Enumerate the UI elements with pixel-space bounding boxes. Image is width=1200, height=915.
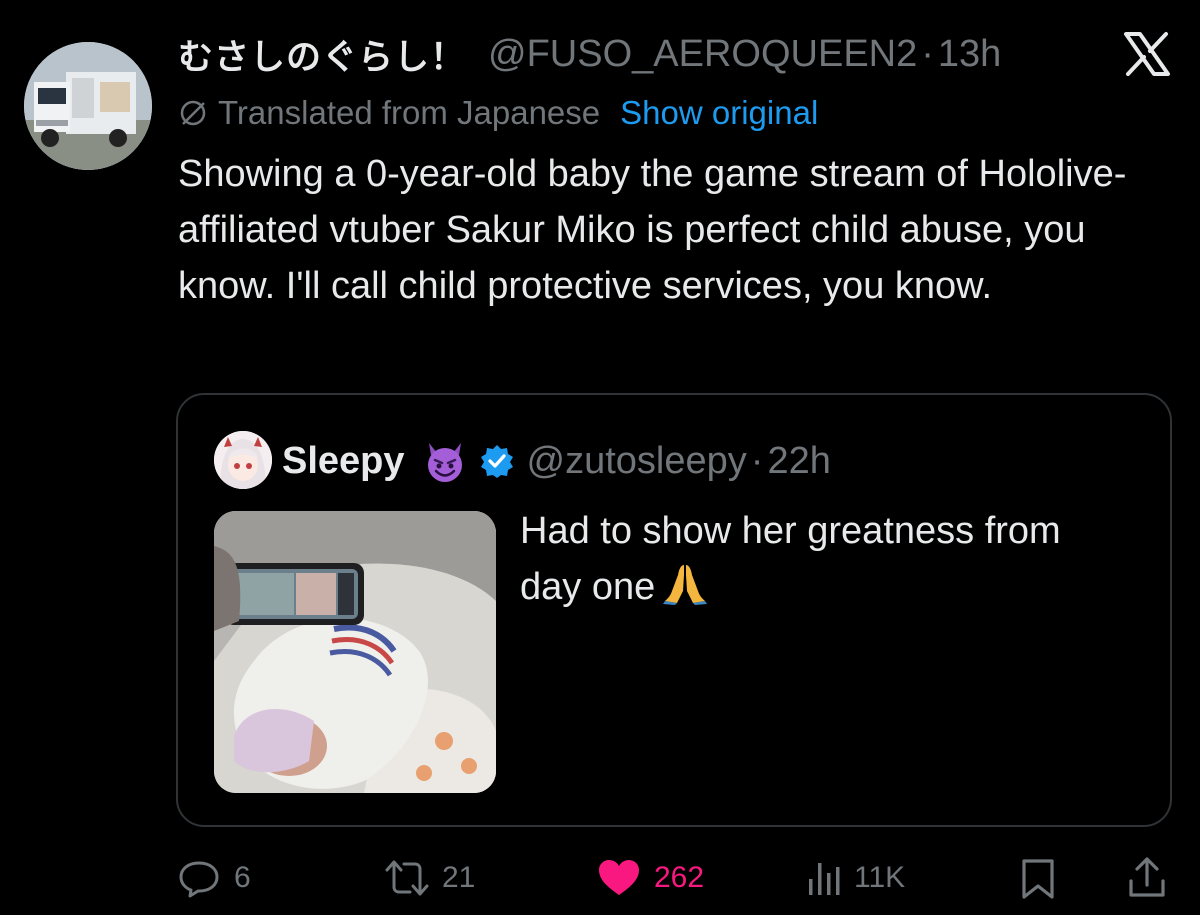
repost-button[interactable]: 21	[384, 848, 475, 908]
header-separator: ·	[921, 32, 934, 75]
quoted-header-separator: ·	[750, 439, 764, 482]
author-handle[interactable]: @FUSO_AEROQUEEN2	[488, 33, 917, 76]
quoted-tweet-text-content: Had to show her greatness from day one	[520, 510, 1061, 608]
post-time[interactable]: 13h	[938, 33, 1001, 76]
action-bar: 6 21 262 11K	[176, 848, 1176, 908]
translation-notice: Translated from Japanese Show original	[178, 90, 818, 136]
quoted-tweet-header: Sleepy @zutosleepy · 22h	[282, 433, 831, 489]
like-button[interactable]: 262	[596, 848, 704, 908]
quoted-display-name[interactable]: Sleepy	[282, 440, 405, 483]
translated-label: Translated from Japanese	[218, 94, 601, 131]
like-count: 262	[654, 861, 705, 894]
repost-icon	[385, 860, 429, 896]
quoted-tweet-text: Had to show her greatness from day one	[520, 503, 1120, 615]
tweet[interactable]: むさしのぐらし！ @FUSO_AEROQUEEN2 · 13h Translat…	[0, 0, 1200, 915]
heart-icon	[599, 860, 639, 895]
tweet-text: Showing a 0-year-old baby the game strea…	[178, 153, 1127, 307]
quoted-author-avatar[interactable]	[214, 431, 272, 489]
smiling-devil-emoji-icon	[427, 443, 462, 482]
translate-icon	[180, 100, 206, 126]
folded-hands-emoji-icon	[663, 565, 708, 605]
tweet-header: むさしのぐらし！ @FUSO_AEROQUEEN2 · 13h	[178, 28, 1158, 80]
view-count: 11K	[854, 861, 906, 894]
quoted-time[interactable]: 22h	[767, 440, 830, 483]
share-button[interactable]	[1126, 848, 1168, 908]
views-button[interactable]: 11K	[806, 848, 905, 908]
anime-girl-avatar-icon	[214, 431, 272, 489]
bookmark-button[interactable]	[1018, 848, 1058, 908]
author-display-name[interactable]: むさしのぐらし！	[178, 29, 466, 80]
newborn-baby-photo	[214, 511, 496, 793]
views-icon	[809, 863, 840, 895]
reply-count: 6	[234, 861, 251, 894]
bookmark-icon	[1022, 859, 1054, 899]
reply-button[interactable]: 6	[176, 848, 251, 908]
quoted-handle[interactable]: @zutosleepy	[527, 440, 747, 483]
share-icon	[1129, 857, 1165, 897]
verified-badge-icon	[480, 445, 513, 478]
quoted-media-image[interactable]	[214, 511, 496, 793]
author-avatar[interactable]	[24, 42, 152, 170]
show-original-link[interactable]: Show original	[620, 94, 818, 132]
quoted-tweet[interactable]: Sleepy @zutosleepy · 22h Had to show her…	[176, 393, 1172, 827]
x-logo-icon[interactable]	[1122, 30, 1172, 78]
repost-count: 21	[442, 861, 476, 894]
reply-icon	[179, 861, 219, 898]
truck-avatar-icon	[24, 42, 152, 170]
